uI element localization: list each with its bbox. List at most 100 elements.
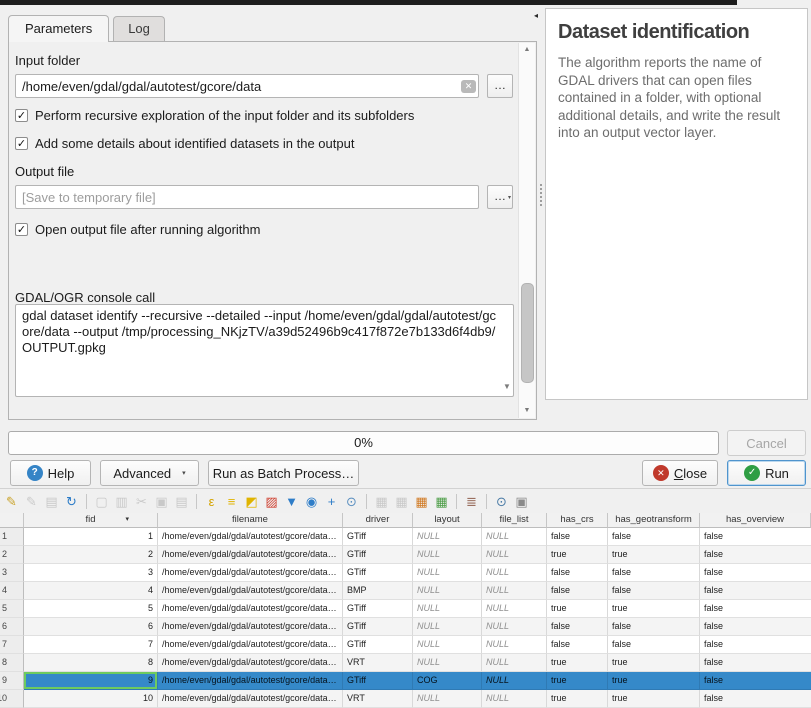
row-number-cell[interactable]: 10 [0, 690, 24, 708]
cell-fid[interactable]: 10 [24, 690, 158, 708]
row-number-cell[interactable]: 1 [0, 528, 24, 546]
cell-has_overview[interactable]: false [700, 672, 811, 690]
cell-has_overview[interactable]: false [700, 690, 811, 708]
cell-fid[interactable]: 1 [24, 528, 158, 546]
table-row[interactable]: 1010/home/even/gdal/gdal/autotest/gcore/… [0, 690, 811, 708]
close-button[interactable]: ✕ Close [642, 460, 718, 486]
cell-has_overview[interactable]: false [700, 618, 811, 636]
console-scroll-down-icon[interactable]: ▼ [503, 382, 511, 391]
row-number-cell[interactable]: 5 [0, 600, 24, 618]
cell-has_geotransform[interactable]: true [608, 672, 700, 690]
table-row[interactable]: 55/home/even/gdal/gdal/autotest/gcore/da… [0, 600, 811, 618]
cell-has_overview[interactable]: false [700, 636, 811, 654]
cell-driver[interactable]: VRT [343, 690, 413, 708]
cell-layout[interactable]: NULL [413, 528, 482, 546]
cell-layout[interactable]: NULL [413, 618, 482, 636]
cell-driver[interactable]: GTiff [343, 672, 413, 690]
cell-has_crs[interactable]: true [547, 690, 608, 708]
cell-layout[interactable]: NULL [413, 600, 482, 618]
cell-file_list[interactable]: NULL [482, 582, 547, 600]
console-call-text[interactable]: gdal dataset identify --recursive --deta… [15, 304, 514, 397]
cell-filename[interactable]: /home/even/gdal/gdal/autotest/gcore/data… [158, 582, 343, 600]
tab-log[interactable]: Log [113, 16, 165, 41]
cell-filename[interactable]: /home/even/gdal/gdal/autotest/gcore/data… [158, 564, 343, 582]
cell-has_crs[interactable]: true [547, 672, 608, 690]
cell-has_geotransform[interactable]: true [608, 546, 700, 564]
cell-layout[interactable]: NULL [413, 654, 482, 672]
table-row[interactable]: 99/home/even/gdal/gdal/autotest/gcore/da… [0, 672, 811, 690]
cell-fid[interactable]: 4 [24, 582, 158, 600]
cell-filename[interactable]: /home/even/gdal/gdal/autotest/gcore/data… [158, 672, 343, 690]
cell-file_list[interactable]: NULL [482, 654, 547, 672]
flash-features-icon[interactable]: ⊙ [343, 493, 360, 510]
cell-filename[interactable]: /home/even/gdal/gdal/autotest/gcore/data… [158, 600, 343, 618]
filter-icon[interactable]: ▼ [283, 493, 300, 510]
cell-fid[interactable]: 2 [24, 546, 158, 564]
cell-has_geotransform[interactable]: false [608, 618, 700, 636]
scroll-down-icon[interactable]: ▼ [519, 404, 535, 418]
row-number-header[interactable] [0, 513, 24, 528]
cell-has_geotransform[interactable]: false [608, 582, 700, 600]
cell-filename[interactable]: /home/even/gdal/gdal/autotest/gcore/data… [158, 546, 343, 564]
conditional-formatting-icon[interactable]: ▦ [433, 493, 450, 510]
cell-file_list[interactable]: NULL [482, 528, 547, 546]
cell-layout[interactable]: NULL [413, 564, 482, 582]
cell-has_crs[interactable]: false [547, 528, 608, 546]
run-button[interactable]: ✓ Run [727, 460, 806, 486]
cell-layout[interactable]: NULL [413, 582, 482, 600]
column-header-layout[interactable]: layout [413, 513, 482, 528]
cell-driver[interactable]: GTiff [343, 528, 413, 546]
row-number-cell[interactable]: 7 [0, 636, 24, 654]
cell-file_list[interactable]: NULL [482, 672, 547, 690]
output-file-browse-button[interactable]: … ▾ [487, 185, 513, 209]
select-by-expression-icon[interactable]: ε [203, 493, 220, 510]
open-output-checkbox[interactable]: ✓ [15, 223, 28, 236]
cell-fid[interactable]: 3 [24, 564, 158, 582]
cell-layout[interactable]: COG [413, 672, 482, 690]
row-number-cell[interactable]: 2 [0, 546, 24, 564]
advanced-button[interactable]: Advanced ▾ [100, 460, 199, 486]
cell-file_list[interactable]: NULL [482, 618, 547, 636]
cell-filename[interactable]: /home/even/gdal/gdal/autotest/gcore/data… [158, 618, 343, 636]
cell-has_overview[interactable]: false [700, 600, 811, 618]
cell-has_overview[interactable]: false [700, 528, 811, 546]
dock-icon[interactable]: ▣ [513, 493, 530, 510]
tab-parameters[interactable]: Parameters [8, 15, 109, 42]
cell-has_crs[interactable]: false [547, 564, 608, 582]
cell-filename[interactable]: /home/even/gdal/gdal/autotest/gcore/data… [158, 636, 343, 654]
splitter-handle[interactable] [540, 184, 542, 206]
parameters-scrollbar[interactable]: ▲ ▼ [518, 43, 535, 418]
cell-has_overview[interactable]: false [700, 564, 811, 582]
cell-has_crs[interactable]: true [547, 546, 608, 564]
cell-file_list[interactable]: NULL [482, 690, 547, 708]
column-header-driver[interactable]: driver [343, 513, 413, 528]
cell-has_geotransform[interactable]: false [608, 636, 700, 654]
cell-filename[interactable]: /home/even/gdal/gdal/autotest/gcore/data… [158, 654, 343, 672]
cell-has_crs[interactable]: false [547, 582, 608, 600]
cell-has_geotransform[interactable]: false [608, 528, 700, 546]
scrollbar-thumb[interactable] [521, 283, 534, 383]
row-number-cell[interactable]: 8 [0, 654, 24, 672]
cell-has_overview[interactable]: false [700, 582, 811, 600]
reload-table-icon[interactable]: ↻ [63, 493, 80, 510]
row-number-cell[interactable]: 4 [0, 582, 24, 600]
recursive-checkbox[interactable]: ✓ [15, 109, 28, 122]
cell-fid[interactable]: 6 [24, 618, 158, 636]
run-as-batch-button[interactable]: Run as Batch Process… [208, 460, 359, 486]
cell-file_list[interactable]: NULL [482, 564, 547, 582]
cell-has_crs[interactable]: true [547, 654, 608, 672]
cell-has_geotransform[interactable]: true [608, 600, 700, 618]
cell-driver[interactable]: GTiff [343, 618, 413, 636]
select-all-icon[interactable]: ≡ [223, 493, 240, 510]
cell-driver[interactable]: GTiff [343, 600, 413, 618]
scroll-up-icon[interactable]: ▲ [519, 43, 535, 57]
cell-has_overview[interactable]: false [700, 654, 811, 672]
table-row[interactable]: 88/home/even/gdal/gdal/autotest/gcore/da… [0, 654, 811, 672]
toggle-editing-icon[interactable]: ✎ [3, 493, 20, 510]
column-header-file-list[interactable]: file_list [482, 513, 547, 528]
cell-driver[interactable]: VRT [343, 654, 413, 672]
cell-has_crs[interactable]: true [547, 600, 608, 618]
table-row[interactable]: 66/home/even/gdal/gdal/autotest/gcore/da… [0, 618, 811, 636]
row-number-cell[interactable]: 9 [0, 672, 24, 690]
cell-filename[interactable]: /home/even/gdal/gdal/autotest/gcore/data… [158, 528, 343, 546]
